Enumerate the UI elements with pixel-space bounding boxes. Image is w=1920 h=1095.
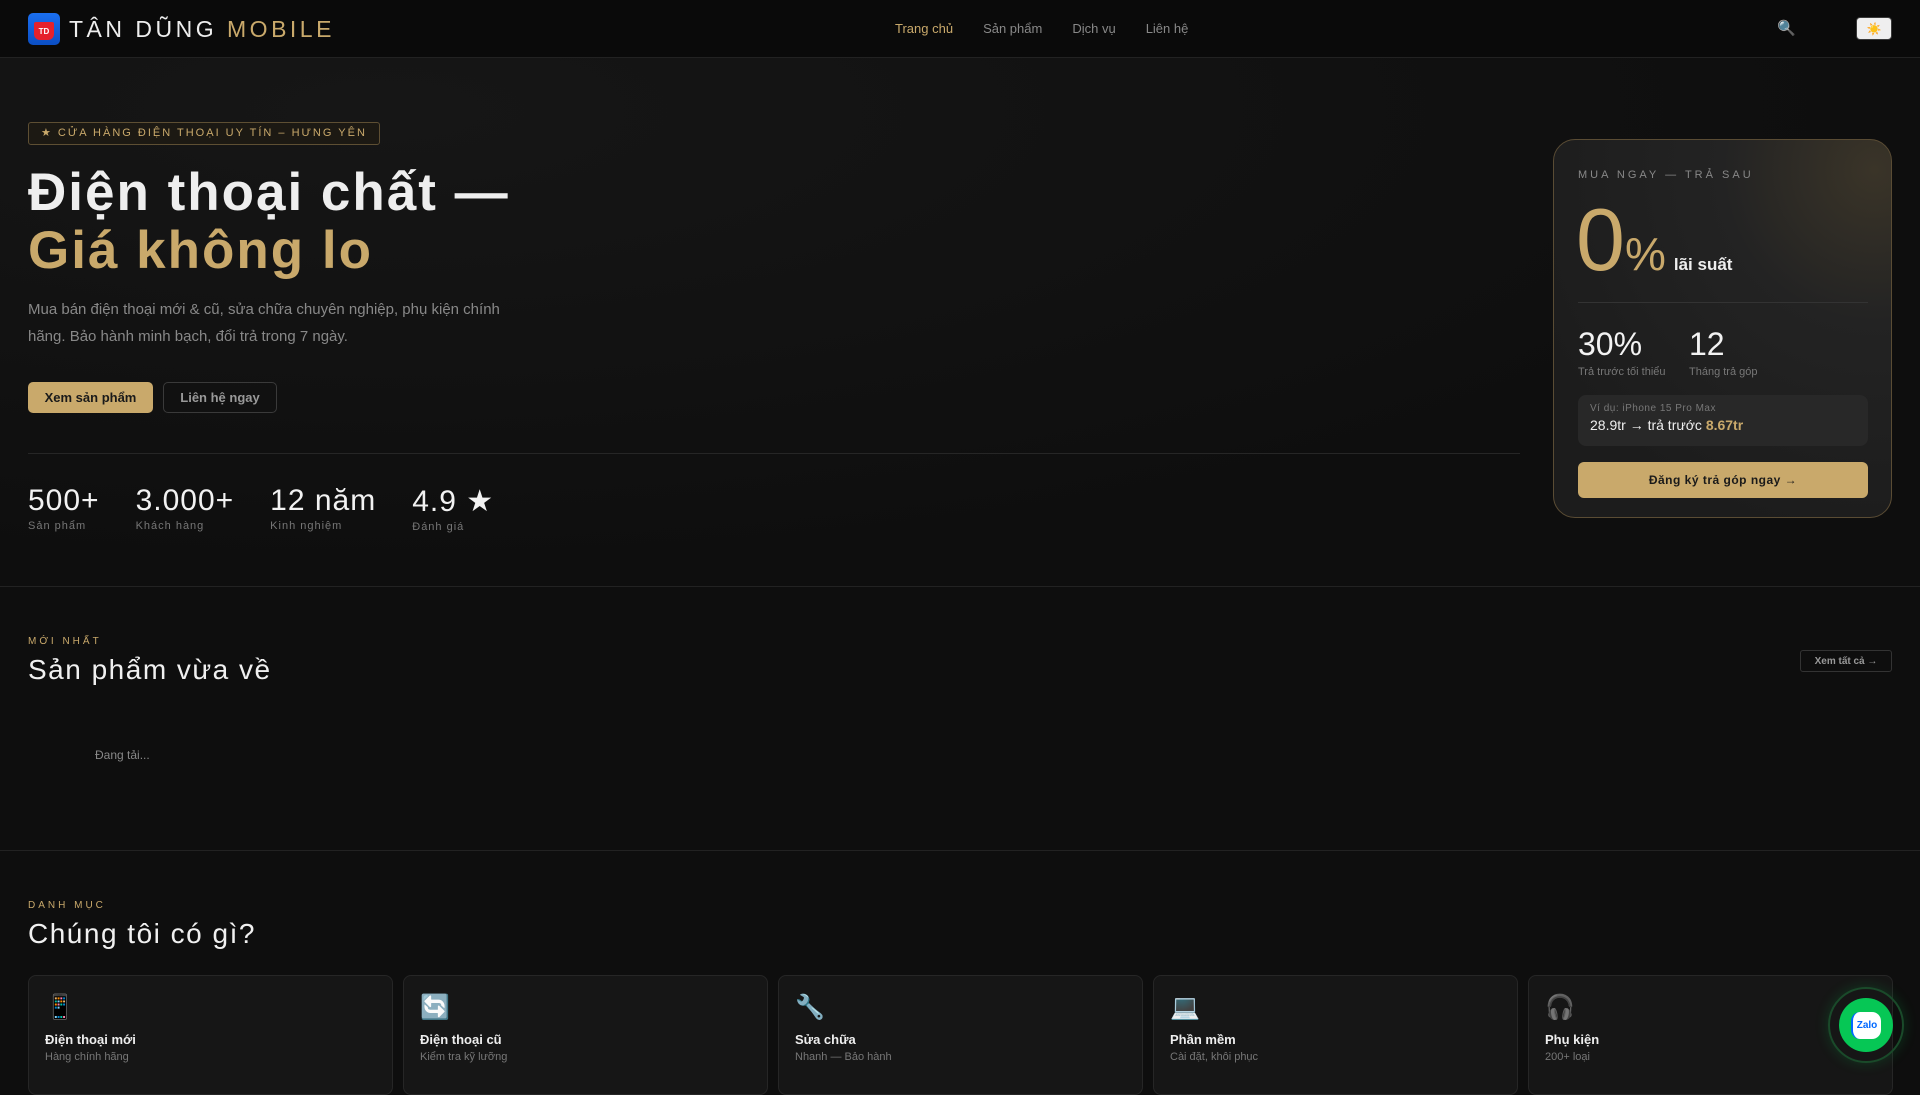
stat-rating: 4.9 ★ Đánh giá — [412, 485, 495, 533]
section-title: Sản phẩm vừa về — [28, 654, 272, 685]
mobile-phone-icon: 📱 — [45, 994, 75, 1021]
brand-accent: MOBILE — [227, 15, 335, 42]
nav-products[interactable]: Sản phẩm — [983, 21, 1042, 36]
sun-icon: ☀️ — [1866, 21, 1882, 36]
interest-rate: 0% lãi suất — [1576, 190, 1733, 289]
shopping-bag-logo-icon: TD — [28, 13, 60, 45]
refresh-icon: 🔄 — [420, 994, 450, 1021]
example-box: Ví dụ: iPhone 15 Pro Max 28.9tr → trả tr… — [1578, 395, 1868, 446]
hero-title-line1: Điện thoại chất — — [28, 163, 510, 222]
category-card-new-phones[interactable]: 📱 Điện thoại mới Hàng chính hãng — [28, 975, 393, 1095]
divider — [28, 453, 1520, 454]
divider — [1578, 302, 1868, 303]
section-eyebrow: DANH MỤC — [28, 900, 106, 911]
theme-toggle-button[interactable]: ☀️ — [1856, 17, 1892, 40]
card-kicker: MUA NGAY — TRẢ SAU — [1578, 169, 1754, 181]
hero-section: ★ CỬA HÀNG ĐIỆN THOẠI UY TÍN – HƯNG YÊN … — [0, 58, 1920, 587]
loading-text: Đang tải... — [95, 748, 150, 762]
register-installment-button[interactable]: Đăng ký trả góp ngay → — [1578, 462, 1868, 498]
main-nav: Trang chủ Sản phẩm Dịch vụ Liên hệ — [895, 21, 1188, 36]
category-list: 📱 Điện thoại mới Hàng chính hãng 🔄 Điện tho… — [28, 975, 1893, 1095]
section-title: Chúng tôi có gì? — [28, 918, 256, 949]
see-all-button[interactable]: Xem tất cả → — [1800, 650, 1892, 672]
hero-title-line2: Giá không lo — [28, 221, 373, 280]
hero-subtitle: Mua bán điện thoại mới & cũ, sửa chữa ch… — [28, 301, 500, 345]
category-card-software[interactable]: 💻 Phần mềm Cài đặt, khôi phục — [1153, 975, 1518, 1095]
view-products-button[interactable]: Xem sản phẩm — [28, 382, 153, 413]
wrench-icon: 🔧 — [795, 994, 825, 1021]
down-payment-stat: 30% Trả trước tối thiểu — [1578, 326, 1666, 378]
zalo-icon: Zalo — [1851, 1011, 1881, 1039]
header: TD TÂN DŨNG MOBILE Trang chủ Sản phẩm Dị… — [0, 0, 1920, 58]
hero-title: Điện thoại chất — Giá không lo — [28, 164, 510, 280]
laptop-icon: 💻 — [1170, 994, 1200, 1021]
logo[interactable]: TD TÂN DŨNG MOBILE — [28, 13, 335, 45]
stat-customers: 3.000+ Khách hàng — [135, 484, 235, 532]
new-products-section — [0, 587, 1920, 851]
installment-card: MUA NGAY — TRẢ SAU 0% lãi suất 30% Trả trư… — [1553, 139, 1892, 518]
nav-home[interactable]: Trang chủ — [895, 21, 953, 36]
contact-now-button[interactable]: Liên hệ ngay — [163, 382, 277, 413]
brand-name: TÂN DŨNG MOBILE — [69, 16, 335, 43]
category-card-repair[interactable]: 🔧 Sửa chữa Nhanh — Bảo hành — [778, 975, 1143, 1095]
nav-contact[interactable]: Liên hệ — [1146, 21, 1189, 36]
stats: 500+ Sản phẩm 3.000+ Khách hàng 12 năm Kinh… — [28, 484, 494, 533]
zalo-chat-button[interactable]: Zalo — [1828, 987, 1904, 1063]
hero-badge: ★ CỬA HÀNG ĐIỆN THOẠI UY TÍN – HƯNG YÊN — [28, 122, 380, 145]
months-stat: 12 Tháng trả góp — [1689, 326, 1758, 378]
category-card-used-phones[interactable]: 🔄 Điện thoại cũ Kiểm tra kỹ lưỡng — [403, 975, 768, 1095]
brand-main: TÂN DŨNG — [69, 15, 218, 42]
stat-products: 500+ Sản phẩm — [28, 484, 100, 532]
search-icon[interactable]: 🔍 — [1777, 19, 1796, 37]
headphones-icon: 🎧 — [1545, 994, 1575, 1021]
nav-services[interactable]: Dịch vụ — [1072, 21, 1115, 36]
stat-experience: 12 năm Kinh nghiệm — [270, 484, 377, 532]
section-eyebrow: MỚI NHẤT — [28, 636, 102, 647]
